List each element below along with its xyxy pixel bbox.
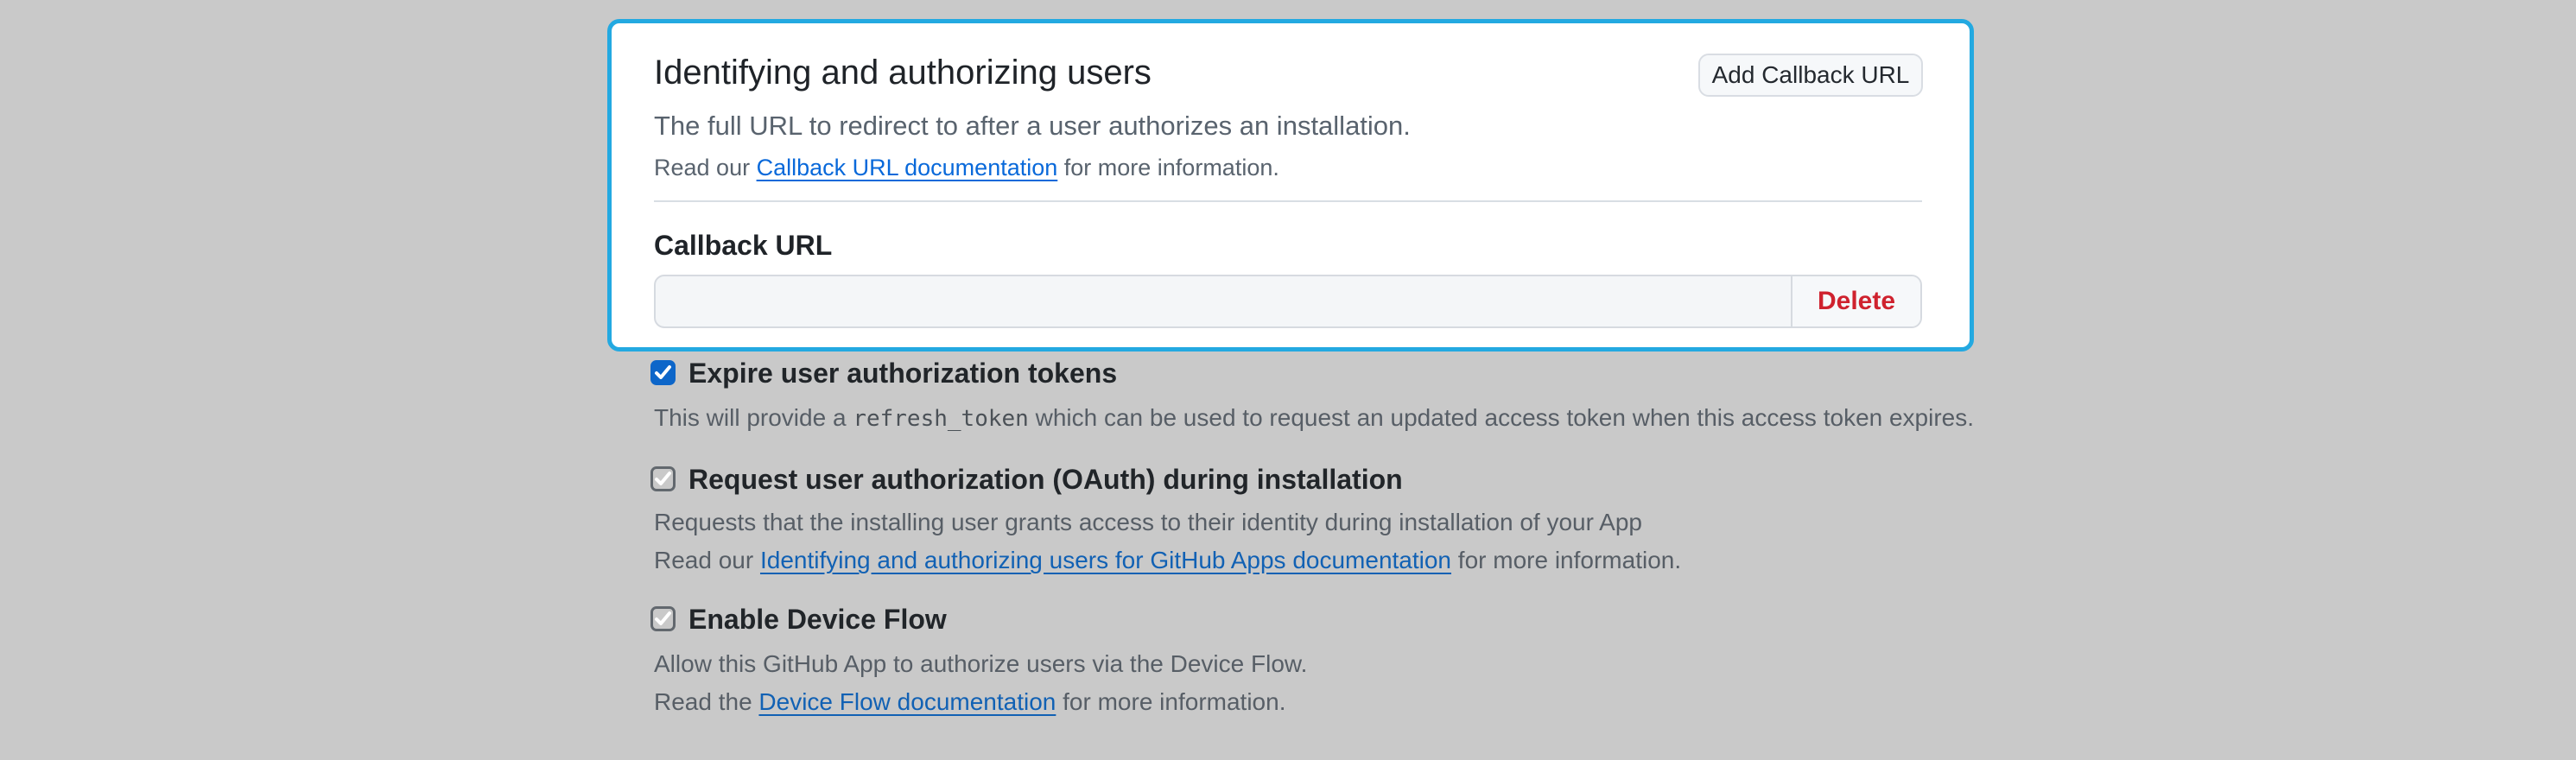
oauth-docs-note: Read our Identifying and authorizing use… <box>654 548 1681 573</box>
expire-tokens-label[interactable]: Expire user authorization tokens <box>688 358 1117 389</box>
device-flow-docs-note: Read the Device Flow documentation for m… <box>654 689 1285 715</box>
device-flow-description: Allow this GitHub App to authorize users… <box>654 651 1307 677</box>
divider <box>654 200 1922 202</box>
enable-device-flow-checkbox[interactable] <box>650 606 676 631</box>
note-prefix: Read our <box>654 547 760 573</box>
note-prefix: Read the <box>654 688 758 715</box>
check-icon <box>653 469 673 489</box>
oauth-during-install-description: Requests that the installing user grants… <box>654 510 1642 535</box>
device-flow-documentation-link[interactable]: Device Flow documentation <box>758 688 1056 715</box>
check-icon <box>653 363 673 383</box>
identifying-authorizing-docs-link[interactable]: Identifying and authorizing users for Gi… <box>760 547 1451 573</box>
delete-callback-url-button[interactable]: Delete <box>1791 276 1920 326</box>
desc-prefix: This will provide a <box>654 404 853 431</box>
callback-docs-note: Read our Callback URL documentation for … <box>654 155 1279 180</box>
desc-suffix: which can be used to request an updated … <box>1029 404 1974 431</box>
note-prefix: Read our <box>654 155 757 180</box>
refresh-token-code: refresh_token <box>853 406 1029 432</box>
callback-url-label: Callback URL <box>654 230 832 261</box>
page-background: Identifying and authorizing users Add Ca… <box>0 0 2576 760</box>
note-suffix: for more information. <box>1056 688 1285 715</box>
section-title: Identifying and authorizing users <box>654 52 1152 93</box>
section-description: The full URL to redirect to after a user… <box>654 111 1411 141</box>
callback-url-input-group: Delete <box>654 275 1922 328</box>
callback-url-documentation-link[interactable]: Callback URL documentation <box>757 155 1058 180</box>
note-suffix: for more information. <box>1057 155 1279 180</box>
note-suffix: for more information. <box>1451 547 1681 573</box>
add-callback-url-button[interactable]: Add Callback URL <box>1698 54 1923 97</box>
oauth-during-install-label[interactable]: Request user authorization (OAuth) durin… <box>688 464 1403 495</box>
enable-device-flow-label[interactable]: Enable Device Flow <box>688 604 947 635</box>
expire-tokens-description: This will provide a refresh_token which … <box>654 405 1974 432</box>
callback-url-input[interactable] <box>656 276 1791 326</box>
check-icon <box>653 609 673 629</box>
expire-tokens-checkbox[interactable] <box>650 360 676 385</box>
oauth-during-install-checkbox[interactable] <box>650 466 676 491</box>
